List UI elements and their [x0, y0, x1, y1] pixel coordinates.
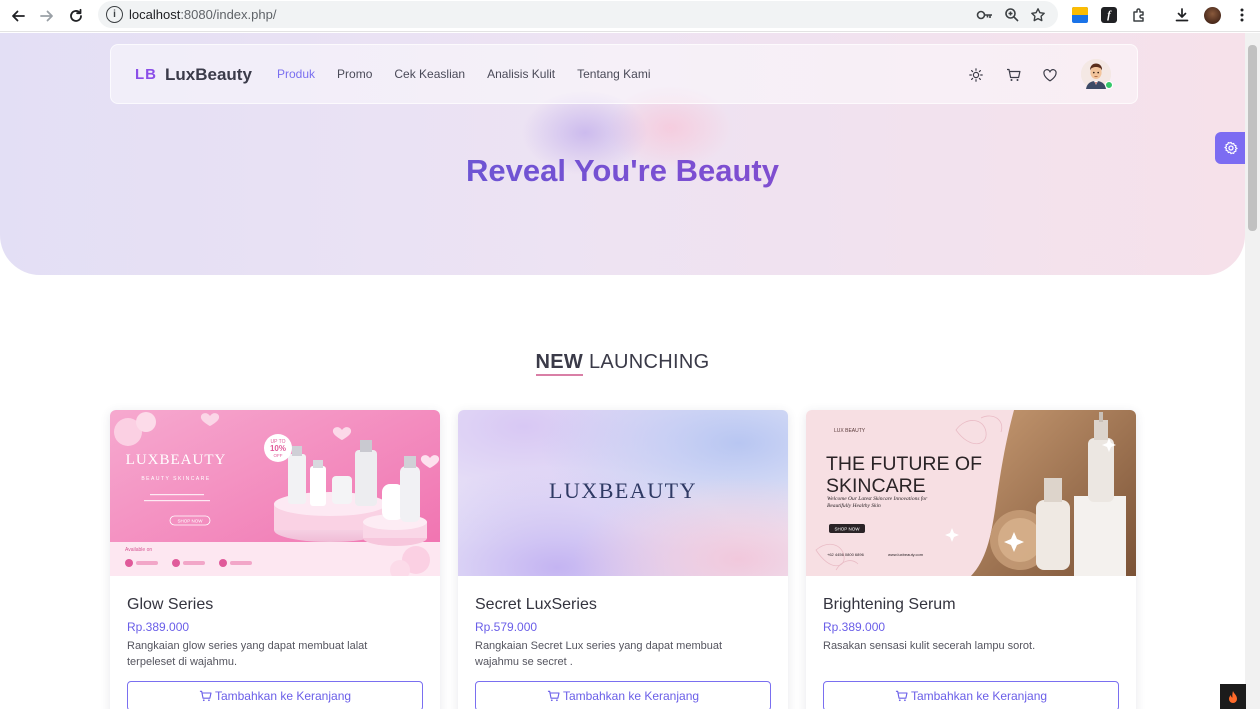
add-to-cart-label: Tambahkan ke Keranjang — [910, 689, 1048, 703]
extension-script-icon[interactable]: f — [1098, 4, 1120, 26]
url-host: localhost — [129, 7, 181, 22]
add-to-cart-button[interactable]: Tambahkan ke Keranjang — [823, 681, 1119, 709]
product-image-brightening-serum[interactable]: LUX BEAUTY THE FUTURE OF SKINCARE Welcom… — [806, 410, 1136, 576]
menu-item-tentang-kami[interactable]: Tentang Kami — [577, 67, 650, 81]
logo-text[interactable]: LuxBeauty — [165, 65, 252, 85]
sun-icon[interactable] — [966, 65, 986, 85]
user-avatar[interactable] — [1081, 59, 1113, 89]
banner-headline-1: THE FUTURE OF — [826, 453, 982, 475]
banner-brand-text: LUXBEAUTY — [549, 478, 697, 503]
heart-icon[interactable] — [1040, 65, 1060, 85]
banner-small-brand-text: LUX BEAUTY — [834, 428, 866, 434]
hero-section: LB LuxBeauty Produk Promo Cek Keaslian A… — [0, 33, 1245, 275]
bookmark-star-icon[interactable] — [1028, 5, 1048, 25]
product-price: Rp.579.000 — [475, 620, 538, 634]
product-cards: UP TO 10% OFF LUXBEAUTY BEAUTY SKINCARE … — [110, 410, 1138, 709]
download-icon[interactable] — [1171, 4, 1193, 26]
reload-icon[interactable] — [64, 4, 88, 28]
product-card: LUX BEAUTY THE FUTURE OF SKINCARE Welcom… — [806, 410, 1136, 709]
banner-cta-text: SHOP NOW — [178, 519, 204, 524]
browser-menu-icon[interactable] — [1231, 4, 1253, 26]
password-key-icon[interactable] — [975, 5, 995, 25]
product-image-glow-series[interactable]: UP TO 10% OFF LUXBEAUTY BEAUTY SKINCARE … — [110, 410, 440, 576]
extensions-puzzle-icon[interactable] — [1128, 4, 1150, 26]
product-description: Rangkaian Secret Lux series yang dapat m… — [475, 640, 723, 668]
banner-cta-text: SHOP NOW — [835, 527, 861, 532]
banner-available-text: Available on — [125, 547, 152, 553]
product-card: UP TO 10% OFF LUXBEAUTY BEAUTY SKINCARE … — [110, 410, 440, 709]
banner-brand-text: LUXBEAUTY — [126, 452, 227, 468]
online-status-dot — [1105, 81, 1113, 89]
profile-avatar-icon[interactable] — [1201, 4, 1223, 26]
add-to-cart-label: Tambahkan ke Keranjang — [214, 689, 352, 703]
address-bar[interactable]: i localhost:8080/index.php/ — [98, 1, 1058, 28]
site-navbar: LB LuxBeauty Produk Promo Cek Keaslian A… — [110, 44, 1138, 104]
section-title-strong: NEW — [535, 351, 584, 376]
main-menu: Produk Promo Cek Keaslian Analisis Kulit… — [277, 67, 673, 81]
forward-arrow-icon[interactable] — [35, 4, 59, 28]
menu-item-cek-keaslian[interactable]: Cek Keaslian — [394, 67, 465, 81]
extension-badge-icon[interactable] — [1069, 4, 1091, 26]
badge-value-text: 10% — [270, 444, 286, 453]
product-description: Rasakan sensasi kulit secerah lampu soro… — [823, 640, 1036, 652]
product-name: Glow Series — [127, 596, 214, 613]
product-name: Secret LuxSeries — [475, 596, 597, 613]
flame-icon[interactable] — [1220, 684, 1246, 709]
banner-phone-text: +62 4456 0800 6896 — [827, 552, 865, 557]
back-arrow-icon[interactable] — [6, 4, 30, 28]
banner-tagline-2: Beautifully Healthy Skin — [827, 502, 881, 509]
product-name: Brightening Serum — [823, 596, 956, 613]
section-title: NEW LAUNCHING — [0, 351, 1245, 376]
gear-icon — [1224, 141, 1238, 155]
menu-item-produk[interactable]: Produk — [277, 67, 315, 81]
browser-toolbar: i localhost:8080/index.php/ f — [0, 0, 1260, 32]
menu-item-analisis-kulit[interactable]: Analisis Kulit — [487, 67, 555, 81]
product-description: Rangkaian glow series yang dapat membuat… — [127, 640, 368, 668]
product-image-secret-luxseries[interactable]: LUXBEAUTY — [458, 410, 788, 576]
banner-web-text: www.luxbeauty.com — [888, 552, 924, 557]
page-content: LB LuxBeauty Produk Promo Cek Keaslian A… — [0, 33, 1245, 709]
product-card: LUXBEAUTY Secret LuxSeries Rp.579.000 Ra… — [458, 410, 788, 709]
add-to-cart-label: Tambahkan ke Keranjang — [562, 689, 700, 703]
cart-icon — [547, 690, 560, 702]
banner-headline-2: SKINCARE — [826, 475, 926, 497]
product-price: Rp.389.000 — [823, 620, 886, 634]
section-title-rest: LAUNCHING — [583, 351, 710, 373]
url-text[interactable]: localhost:8080/index.php/ — [129, 7, 276, 22]
logo-mark[interactable]: LB — [135, 66, 157, 83]
hero-title: Reveal You're Beauty — [0, 153, 1245, 189]
add-to-cart-button[interactable]: Tambahkan ke Keranjang — [475, 681, 771, 709]
cart-icon — [895, 690, 908, 702]
url-path: :8080/index.php/ — [180, 7, 277, 22]
site-info-icon[interactable]: i — [106, 6, 123, 23]
product-price: Rp.389.000 — [127, 620, 190, 634]
page-scrollbar[interactable] — [1245, 33, 1260, 709]
banner-sub-text: BEAUTY SKINCARE — [141, 476, 210, 482]
scrollbar-thumb[interactable] — [1248, 45, 1257, 231]
zoom-icon[interactable] — [1002, 5, 1022, 25]
menu-item-promo[interactable]: Promo — [337, 67, 372, 81]
badge-bottom-text: OFF — [274, 453, 283, 458]
cart-icon[interactable] — [1003, 65, 1023, 85]
cart-icon — [199, 690, 212, 702]
theme-settings-button[interactable] — [1215, 132, 1247, 164]
add-to-cart-button[interactable]: Tambahkan ke Keranjang — [127, 681, 423, 709]
banner-tagline-1: Welcome Our Latest Skincare Innovations … — [827, 495, 928, 502]
